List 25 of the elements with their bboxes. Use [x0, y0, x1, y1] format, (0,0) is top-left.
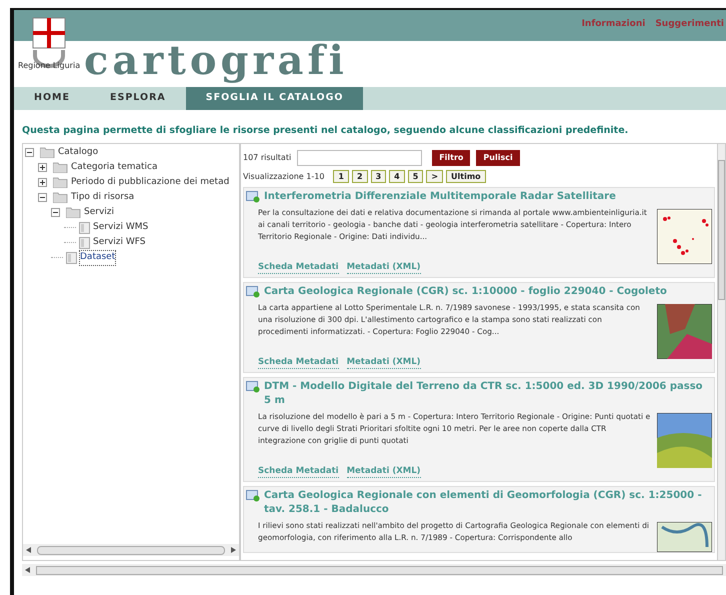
tree-item[interactable]: Dataset	[80, 251, 116, 264]
tree-item[interactable]: Servizi WFS	[93, 236, 146, 250]
banner-logo-text: cartografi	[84, 36, 348, 86]
results-count: 107 risultati	[243, 152, 292, 164]
page-button[interactable]: 5	[408, 170, 424, 184]
tree-item[interactable]: Servizi WMS	[93, 221, 148, 234]
page-button[interactable]: 2	[352, 170, 368, 184]
clear-button[interactable]: Pulisci	[476, 150, 520, 166]
filter-button[interactable]: Filtro	[432, 150, 470, 166]
logo-caption: Regione Liguria	[18, 62, 80, 70]
tree-item[interactable]: Periodo di pubblicazione dei metad	[71, 176, 230, 190]
page-button[interactable]: 3	[370, 170, 386, 184]
showing-range: Visualizzazione 1-10	[243, 170, 324, 183]
nav-tab[interactable]: ESPLORA	[90, 87, 186, 110]
page-button[interactable]: 1	[333, 170, 349, 184]
nav-tab[interactable]: SFOGLIA IL CATALOGO	[186, 87, 364, 110]
tree-item[interactable]: Servizi	[84, 206, 114, 220]
tree-item[interactable]: Categoria tematica	[71, 161, 158, 174]
page-button[interactable]: Ultimo	[446, 170, 486, 184]
page-button[interactable]: >	[426, 170, 444, 184]
nav-tab[interactable]: HOME	[14, 87, 90, 110]
tree-item[interactable]: Tipo di risorsa	[71, 191, 134, 204]
page-button[interactable]: 4	[389, 170, 405, 184]
tree-item[interactable]: Catalogo	[58, 146, 98, 160]
intro-text: Questa pagina permette di sfogliare le risorse presenti nel catalogo, seguendo alcune classificazioni predefinite.	[22, 124, 630, 138]
